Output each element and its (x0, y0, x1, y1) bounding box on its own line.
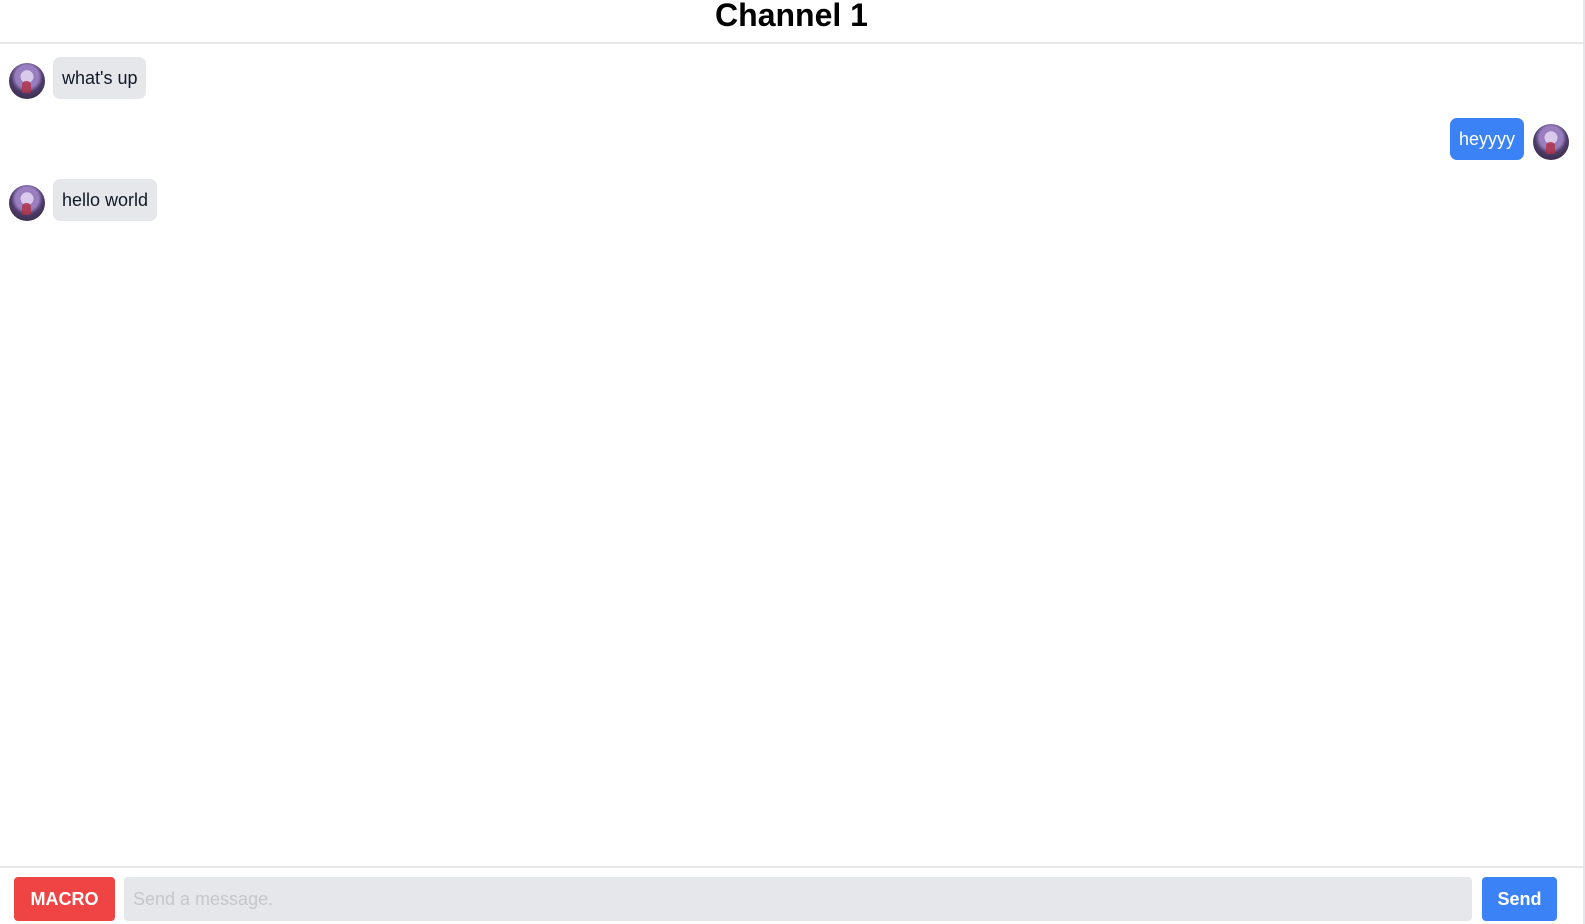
avatar[interactable] (1533, 124, 1569, 160)
message-row: hello world (9, 179, 158, 221)
channel-header: Channel 1 (0, 0, 1583, 44)
message-input[interactable] (124, 877, 1472, 921)
message-composer: MACRO Send (0, 866, 1583, 924)
avatar[interactable] (9, 185, 45, 221)
chat-app: Channel 1 what's up heyyyy hello world M… (0, 0, 1585, 924)
message-list[interactable]: what's up heyyyy hello world (0, 44, 1583, 866)
channel-title: Channel 1 (715, 0, 868, 33)
message-bubble: what's up (53, 57, 147, 99)
send-button[interactable]: Send (1482, 877, 1557, 921)
macro-button[interactable]: MACRO (14, 877, 115, 921)
avatar[interactable] (9, 63, 45, 99)
message-row: heyyyy (1449, 118, 1569, 160)
message-bubble: hello world (53, 179, 158, 221)
message-bubble: heyyyy (1449, 118, 1524, 160)
message-row: what's up (9, 57, 147, 99)
